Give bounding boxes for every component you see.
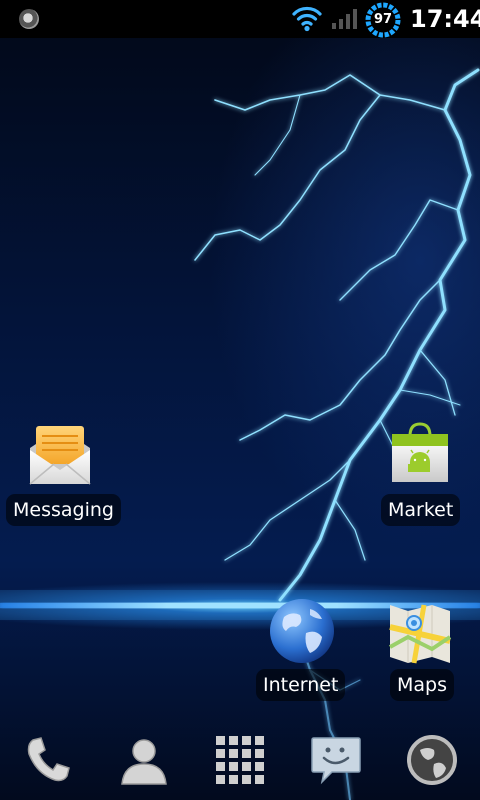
app-label-internet: Internet (256, 669, 346, 701)
battery-icon: 97 (365, 2, 401, 38)
app-drawer-icon[interactable] (212, 732, 268, 788)
chat-icon[interactable] (308, 732, 364, 788)
phone-icon[interactable] (19, 732, 75, 788)
cell-signal-icon (332, 9, 357, 29)
dock (0, 712, 480, 800)
internet-globe-icon (270, 599, 334, 663)
messaging-icon (29, 426, 91, 485)
status-bar[interactable]: 97 17:44 (0, 0, 480, 38)
status-clock: 17:44 (410, 5, 480, 33)
wifi-icon (292, 6, 322, 32)
app-market[interactable]: Market (380, 420, 480, 530)
app-internet[interactable]: Internet (254, 595, 350, 705)
maps-icon (389, 604, 452, 664)
app-messaging[interactable]: Messaging (0, 420, 121, 530)
app-label-market: Market (381, 494, 461, 526)
battery-level-text: 97 (373, 12, 393, 27)
notification-icon[interactable] (19, 9, 39, 29)
browser-icon[interactable] (404, 732, 460, 788)
app-label-messaging: Messaging (6, 494, 121, 526)
app-label-maps: Maps (390, 669, 454, 701)
app-maps[interactable]: Maps (380, 595, 480, 705)
market-icon (392, 422, 448, 482)
contacts-icon[interactable] (116, 732, 172, 788)
